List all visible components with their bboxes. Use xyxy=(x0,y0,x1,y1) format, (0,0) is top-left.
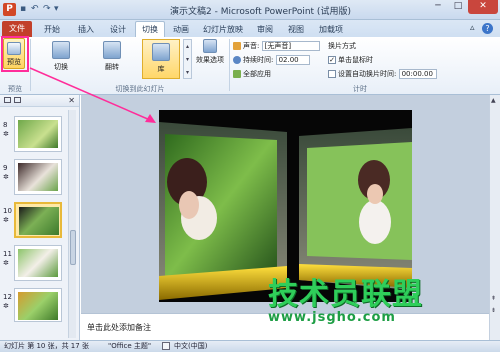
status-theme[interactable]: "Office 主题" xyxy=(108,341,151,352)
status-slide-info: 幻灯片 第 10 张，共 17 张 xyxy=(4,342,89,350)
watermark-title: 技术员联盟 xyxy=(268,277,423,312)
watermark: 技术员联盟 www.jsgho.com xyxy=(268,280,460,326)
status-bar: 幻灯片 第 10 张，共 17 张 "Office 主题" 中文(中国) xyxy=(0,340,500,352)
status-language[interactable]: 中文(中国) xyxy=(174,341,207,352)
notes-placeholder: 单击此处添加备注 xyxy=(87,323,151,332)
spellcheck-icon[interactable] xyxy=(162,342,170,350)
watermark-url: www.jsgho.com xyxy=(268,310,396,325)
